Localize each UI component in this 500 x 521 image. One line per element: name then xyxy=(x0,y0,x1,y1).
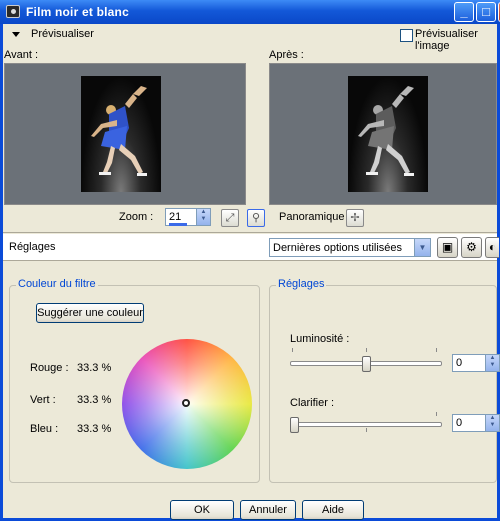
preset-dropdown[interactable]: Dernières options utilisées ▼ xyxy=(269,238,431,257)
minimize-button[interactable]: _ xyxy=(454,2,474,22)
help-button[interactable]: Aide xyxy=(302,500,364,520)
preview-toggle-bar: Prévisualiser Prévisualiser l'image xyxy=(3,26,497,52)
chevron-down-icon[interactable]: ▼ xyxy=(414,239,430,256)
brightness-input[interactable]: 0 ▲ ▼ xyxy=(452,354,500,372)
brightness-slider-thumb[interactable] xyxy=(361,356,371,372)
preset-value: Dernières options utilisées xyxy=(273,242,403,254)
color-wheel[interactable] xyxy=(122,339,252,469)
maximize-button[interactable]: □ xyxy=(476,2,496,22)
slider-tick xyxy=(366,348,367,352)
zoom-fit-icon[interactable]: ⤢ xyxy=(221,209,239,227)
title-bar[interactable]: Film noir et blanc _ □ X xyxy=(0,0,500,24)
color-picker-handle[interactable] xyxy=(182,399,190,407)
preview-toggle-label[interactable]: Prévisualiser xyxy=(31,28,94,40)
before-label: Avant : xyxy=(4,49,39,61)
cancel-button[interactable]: Annuler xyxy=(240,500,296,520)
save-preset-icon[interactable]: ▣ xyxy=(437,237,458,258)
ok-button[interactable]: OK xyxy=(170,500,234,520)
before-photo xyxy=(81,76,161,192)
after-photo xyxy=(348,76,428,192)
clarify-value: 0 xyxy=(456,417,463,429)
brightness-value: 0 xyxy=(456,357,463,369)
green-label: Vert : xyxy=(30,394,56,406)
zoom-label: Zoom : xyxy=(119,211,154,223)
dialog-window: Film noir et blanc _ □ X Prévisualiser P… xyxy=(0,0,500,521)
adjustments-group: Réglages Luminosité : 0 ▲ ▼ Clarifier : 0… xyxy=(269,278,500,483)
preset-manager-icon[interactable]: ⚙ xyxy=(461,237,482,258)
slider-tick xyxy=(436,412,437,416)
before-preview-pane[interactable] xyxy=(4,63,246,205)
preview-image-checkbox[interactable] xyxy=(400,29,413,42)
slider-tick xyxy=(436,348,437,352)
spin-arrows-icon[interactable]: ▲ ▼ xyxy=(196,209,210,225)
blue-label: Bleu : xyxy=(30,423,59,435)
zoom-value: 21 xyxy=(169,211,182,223)
divider xyxy=(3,260,497,261)
spin-arrows-icon[interactable]: ▲ ▼ xyxy=(485,355,499,371)
divider xyxy=(3,232,497,233)
camera-icon xyxy=(6,5,20,18)
zoom-level-indicator xyxy=(169,223,187,226)
pan-move-icon[interactable]: ✢ xyxy=(346,209,364,227)
slider-tick xyxy=(292,348,293,352)
brightness-label: Luminosité : xyxy=(290,333,350,345)
settings-bar-label: Réglages xyxy=(9,241,56,253)
pan-label: Panoramique : xyxy=(279,211,351,223)
clarify-input[interactable]: 0 ▲ ▼ xyxy=(452,414,500,432)
reset-icon[interactable]: ◐ xyxy=(485,237,499,258)
after-label: Après : xyxy=(269,49,304,61)
filter-color-group: Couleur du filtre Suggérer une couleur R… xyxy=(9,278,260,483)
clarify-slider[interactable] xyxy=(290,422,442,427)
suggest-color-button[interactable]: Suggérer une couleur xyxy=(36,303,144,323)
collapse-triangle-icon[interactable] xyxy=(12,32,20,37)
clarify-slider-thumb[interactable] xyxy=(290,417,299,433)
adjustments-legend: Réglages xyxy=(276,278,327,290)
red-label: Rouge : xyxy=(30,362,69,374)
blue-value: 33.3 % xyxy=(77,423,112,435)
settings-bar: Réglages Dernières options utilisées ▼ ▣… xyxy=(3,234,499,260)
preview-image-label[interactable]: Prévisualiser l'image xyxy=(415,28,497,52)
spin-arrows-icon[interactable]: ▲ ▼ xyxy=(485,415,499,431)
slider-tick xyxy=(366,428,367,432)
window-title: Film noir et blanc xyxy=(26,5,129,19)
clarify-label: Clarifier : xyxy=(290,397,335,409)
after-preview-pane[interactable] xyxy=(269,63,497,205)
green-value: 33.3 % xyxy=(77,394,112,406)
filter-color-legend: Couleur du filtre xyxy=(16,278,98,290)
red-value: 33.3 % xyxy=(77,362,112,374)
magnifier-icon[interactable]: ⚲ xyxy=(247,209,265,227)
